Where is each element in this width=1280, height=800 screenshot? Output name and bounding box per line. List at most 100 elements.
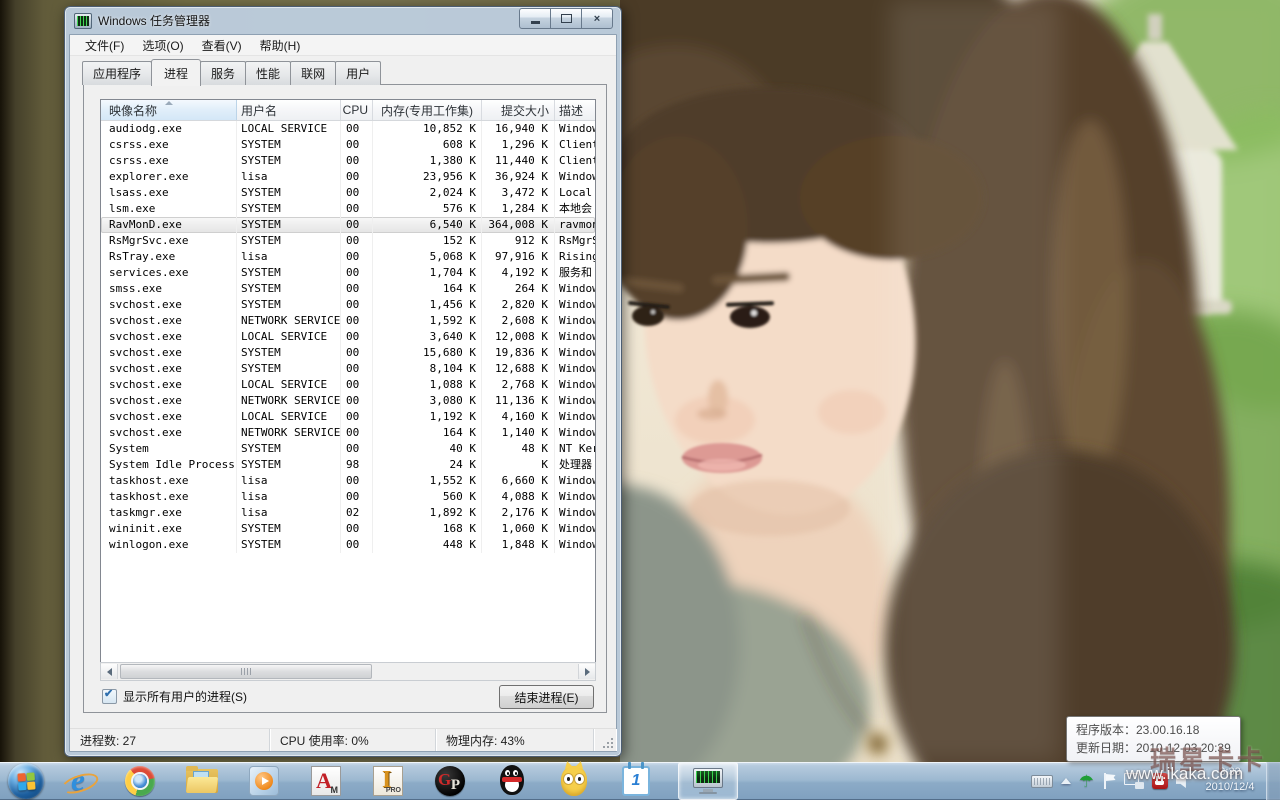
tab-processes[interactable]: 进程 bbox=[151, 59, 202, 86]
tab-networking[interactable]: 联网 bbox=[290, 61, 337, 85]
horizontal-scrollbar[interactable] bbox=[100, 662, 596, 681]
action-center-flag-icon[interactable] bbox=[1102, 773, 1116, 789]
process-row[interactable]: audiodg.exe LOCAL SERVICE 00 10,852 K 16,940… bbox=[101, 121, 595, 137]
process-row[interactable]: wininit.exe SYSTEM 00 168 K 1,060 K Window bbox=[101, 521, 595, 537]
taskbar-item-media-player[interactable] bbox=[244, 763, 284, 799]
volume-icon[interactable] bbox=[1176, 773, 1186, 789]
scrollbar-thumb[interactable] bbox=[120, 664, 372, 679]
process-cell: 1,284 K bbox=[482, 201, 555, 217]
process-cell: 1,296 K bbox=[482, 137, 555, 153]
process-row[interactable]: svchost.exe LOCAL SERVICE 00 1,088 K 2,768 K… bbox=[101, 377, 595, 393]
taskbar-item-autocad[interactable]: AM bbox=[306, 763, 346, 799]
process-cell: lisa bbox=[237, 249, 341, 265]
menu-options[interactable]: 选项(O) bbox=[133, 35, 192, 56]
taskbar-item-task-manager-active[interactable] bbox=[678, 762, 738, 800]
menu-help[interactable]: 帮助(H) bbox=[251, 35, 310, 56]
process-row[interactable]: svchost.exe SYSTEM 00 8,104 K 12,688 K Window bbox=[101, 361, 595, 377]
keyboard-tray-icon[interactable] bbox=[1030, 774, 1053, 788]
process-cell: 00 bbox=[341, 489, 373, 505]
process-row[interactable]: csrss.exe SYSTEM 00 1,380 K 11,440 K Client bbox=[101, 153, 595, 169]
process-cell: Window bbox=[559, 538, 595, 551]
show-hidden-icons-arrow[interactable] bbox=[1060, 778, 1071, 784]
resize-grip[interactable] bbox=[603, 738, 613, 748]
process-row[interactable]: services.exe SYSTEM 00 1,704 K 4,192 K 服务和 bbox=[101, 265, 595, 281]
process-cell: Client bbox=[559, 154, 595, 167]
column-header-commit[interactable]: 提交大小 bbox=[482, 100, 555, 120]
process-cell: 16,940 K bbox=[482, 121, 555, 137]
minimize-button[interactable] bbox=[519, 8, 551, 29]
menu-file[interactable]: 文件(F) bbox=[76, 35, 133, 56]
show-all-users-checkbox[interactable] bbox=[102, 687, 117, 704]
process-cell: SYSTEM bbox=[237, 537, 341, 553]
process-row[interactable]: taskhost.exe lisa 00 560 K 4,088 K Window bbox=[101, 489, 595, 505]
start-button[interactable] bbox=[8, 763, 44, 799]
column-header-cpu[interactable]: CPU bbox=[341, 100, 373, 120]
process-row[interactable]: svchost.exe SYSTEM 00 1,456 K 2,820 K Window bbox=[101, 297, 595, 313]
process-cell: 4,160 K bbox=[482, 409, 555, 425]
process-cell: 1,380 K bbox=[373, 153, 482, 169]
tab-applications[interactable]: 应用程序 bbox=[82, 61, 153, 85]
scroll-right-button[interactable] bbox=[578, 664, 595, 679]
end-process-button[interactable]: 结束进程(E) bbox=[499, 685, 594, 709]
column-header-memory[interactable]: 内存(专用工作集) bbox=[373, 100, 482, 120]
process-cell: 00 bbox=[341, 345, 373, 361]
restore-button[interactable] bbox=[550, 8, 582, 29]
process-cell: 00 bbox=[341, 377, 373, 393]
process-rows: audiodg.exe LOCAL SERVICE 00 10,852 K 16,940… bbox=[101, 121, 595, 662]
process-row[interactable]: svchost.exe LOCAL SERVICE 00 3,640 K 12,008 … bbox=[101, 329, 595, 345]
process-row[interactable]: System Idle Process SYSTEM 98 24 K K 处理器 bbox=[101, 457, 595, 473]
taskbar-item-guitar-pro[interactable]: GP bbox=[430, 763, 470, 799]
tab-users[interactable]: 用户 bbox=[335, 61, 382, 85]
rising-firewall-icon[interactable] bbox=[1152, 773, 1168, 789]
show-desktop-button[interactable] bbox=[1266, 762, 1280, 800]
process-row[interactable]: winlogon.exe SYSTEM 00 448 K 1,848 K Window bbox=[101, 537, 595, 553]
process-row[interactable]: lsass.exe SYSTEM 00 2,024 K 3,472 K Local bbox=[101, 185, 595, 201]
process-cell: 6,540 K bbox=[373, 217, 482, 233]
process-row[interactable]: RavMonD.exe SYSTEM 00 6,540 K 364,008 K ravmo… bbox=[101, 217, 595, 233]
process-row[interactable]: svchost.exe LOCAL SERVICE 00 1,192 K 4,160 K… bbox=[101, 409, 595, 425]
network-tray-icon[interactable] bbox=[1124, 773, 1144, 789]
process-cell: 12,688 K bbox=[482, 361, 555, 377]
taskbar-clock[interactable]: 3:33 2010/12/4 bbox=[1196, 765, 1264, 795]
taskbar-item-chrome[interactable] bbox=[120, 763, 160, 799]
column-header-image-name[interactable]: 映像名称 bbox=[101, 100, 237, 120]
process-cell: svchost.exe bbox=[101, 425, 237, 441]
process-cell: svchost.exe bbox=[101, 377, 237, 393]
process-row[interactable]: taskmgr.exe lisa 02 1,892 K 2,176 K Window bbox=[101, 505, 595, 521]
process-cell: 2,024 K bbox=[373, 185, 482, 201]
show-all-users-control[interactable]: 显示所有用户的进程(S) bbox=[102, 687, 247, 705]
process-cell: 8,104 K bbox=[373, 361, 482, 377]
process-row[interactable]: taskhost.exe lisa 00 1,552 K 6,660 K Window bbox=[101, 473, 595, 489]
process-row[interactable]: svchost.exe NETWORK SERVICE 00 1,592 K 2,608… bbox=[101, 313, 595, 329]
process-row[interactable]: svchost.exe SYSTEM 00 15,680 K 19,836 K Windo… bbox=[101, 345, 595, 361]
close-button[interactable]: × bbox=[581, 8, 613, 29]
process-row[interactable]: smss.exe SYSTEM 00 164 K 264 K Window bbox=[101, 281, 595, 297]
tray-tooltip: 程序版本：23.00.16.18 更新日期：2010-12-03 20:39 bbox=[1066, 716, 1241, 762]
taskbar-item-ipro[interactable]: I PRO bbox=[368, 763, 408, 799]
menu-view[interactable]: 查看(V) bbox=[193, 35, 251, 56]
taskbar-item-internet-explorer[interactable]: e bbox=[58, 763, 98, 799]
process-row[interactable]: RsMgrSvc.exe SYSTEM 00 152 K 912 K RsMgrS bbox=[101, 233, 595, 249]
tab-services[interactable]: 服务 bbox=[200, 61, 247, 85]
taskbar-item-calendar[interactable]: 1 bbox=[616, 762, 656, 799]
process-cell: 3,472 K bbox=[482, 185, 555, 201]
process-cell: SYSTEM bbox=[237, 265, 341, 281]
process-row[interactable]: lsm.exe SYSTEM 00 576 K 1,284 K 本地会 bbox=[101, 201, 595, 217]
scroll-left-button[interactable] bbox=[101, 664, 118, 679]
process-row[interactable]: svchost.exe NETWORK SERVICE 00 164 K 1,140 K… bbox=[101, 425, 595, 441]
process-row[interactable]: csrss.exe SYSTEM 00 608 K 1,296 K Client bbox=[101, 137, 595, 153]
taskbar-item-qq[interactable] bbox=[492, 763, 532, 799]
column-header-description[interactable]: 描述 bbox=[555, 100, 595, 120]
rising-umbrella-icon[interactable]: ☂ bbox=[1079, 773, 1094, 790]
taskbar-icons: e AM I PRO GP 1 bbox=[58, 762, 738, 800]
scroll-right-icon bbox=[584, 667, 590, 676]
process-row[interactable]: RsTray.exe lisa 00 5,068 K 97,916 K Rising bbox=[101, 249, 595, 265]
process-row[interactable]: explorer.exe lisa 00 23,956 K 36,924 K Window bbox=[101, 169, 595, 185]
process-cell: Window bbox=[559, 122, 595, 135]
process-row[interactable]: System SYSTEM 00 40 K 48 K NT Ker bbox=[101, 441, 595, 457]
process-row[interactable]: svchost.exe NETWORK SERVICE 00 3,080 K 11,13… bbox=[101, 393, 595, 409]
taskbar-item-wangwang[interactable] bbox=[554, 763, 594, 799]
taskbar-item-explorer[interactable] bbox=[182, 763, 222, 799]
tab-performance[interactable]: 性能 bbox=[245, 61, 292, 85]
column-header-user[interactable]: 用户名 bbox=[237, 100, 341, 120]
